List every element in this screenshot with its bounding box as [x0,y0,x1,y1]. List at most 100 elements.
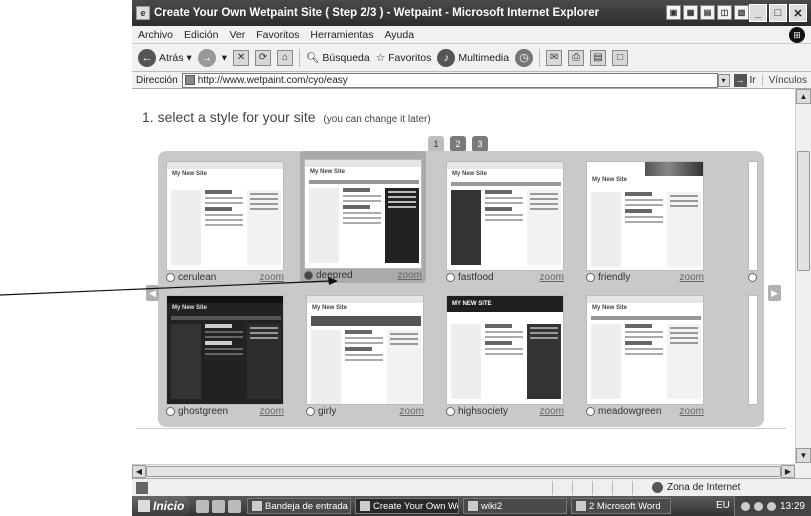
menu-ayuda[interactable]: Ayuda [384,29,414,41]
page-button-2[interactable]: 2 [450,136,466,152]
back-dropdown-icon[interactable]: ▾ [187,52,192,64]
style-thumbnail[interactable]: My New Site [166,295,284,405]
style-card-friendly[interactable]: My New Site friendly zoom [582,157,708,285]
back-button[interactable]: ← Atrás ▾ [138,48,192,67]
history-icon[interactable]: ◷ [515,48,534,67]
taskbar-item-word[interactable]: 2 Microsoft Word [571,498,671,514]
menu-favoritos[interactable]: Favoritos [256,29,299,41]
carousel-prev-button[interactable]: ◀ [146,285,159,301]
go-button[interactable]: → Ir [730,73,762,87]
zoom-link[interactable]: zoom [540,406,564,417]
quicklaunch-icon-2[interactable] [212,499,225,513]
tool-icon-4[interactable]: ◫ [717,5,732,20]
print-icon[interactable]: ⎙ [568,49,585,66]
style-thumbnail[interactable]: My New Site [586,161,704,271]
style-thumbnail[interactable]: My New Site [304,159,422,269]
style-radio[interactable] [166,272,175,282]
start-button[interactable]: Inicio [132,496,190,516]
menu-herramientas[interactable]: Herramientas [310,29,373,41]
style-thumbnail[interactable]: My New Site [166,161,284,271]
scroll-up-icon[interactable]: ▲ [796,89,811,104]
carousel-next-button[interactable]: ▶ [768,285,781,301]
style-card-cerulean[interactable]: My New Site cerulean zoom [162,157,288,285]
tray-icon-1[interactable] [740,501,750,511]
zoom-link[interactable]: zoom [260,272,284,283]
zoom-link[interactable]: zoom [260,406,284,417]
style-thumbnail[interactable]: MY NEW SITE [446,295,564,405]
tool-icon-5[interactable]: ▧ [734,5,749,20]
style-thumbnail[interactable]: My New Site [586,295,704,405]
style-radio[interactable] [586,272,595,282]
discuss-icon[interactable]: □ [612,49,629,66]
language-indicator[interactable]: EU [716,500,730,511]
style-card-highsociety[interactable]: MY NEW SITE highsociety zoom [442,291,568,419]
maximize-button[interactable]: □ [769,4,787,22]
style-radio[interactable] [166,406,175,416]
mail-icon[interactable]: ✉ [546,49,563,66]
task-label: Bandeja de entrada -... [265,500,350,512]
tool-icon-3[interactable]: ▤ [700,5,715,20]
hscroll-thumb[interactable] [146,466,781,477]
style-card-fastfood[interactable]: My New Site fastfood zoom [442,157,568,285]
favorites-button[interactable]: ☆ Favoritos [376,52,432,64]
taskbar-item-outlook[interactable]: Bandeja de entrada -... [247,498,351,514]
edit-icon[interactable]: ▤ [590,49,607,66]
style-thumbnail[interactable]: My New Site [446,161,564,271]
search-button[interactable]: 🔍︎ Búsqueda [306,51,370,65]
style-card-ghostgreen[interactable]: My New Site ghostgreen zoom [162,291,288,419]
close-button[interactable]: ✕ [789,4,807,22]
zoom-link[interactable]: zoom [398,270,422,281]
scroll-down-icon[interactable]: ▼ [796,448,811,463]
tray-icon-3[interactable] [766,501,776,511]
security-zone: Zona de Internet [652,482,740,493]
scroll-right-icon[interactable]: ▶ [781,465,795,478]
back-label: Atrás [159,51,184,64]
address-input[interactable]: http://www.wetpaint.com/cyo/easy [181,72,718,88]
taskbar-item-folder[interactable]: wiki2 [463,498,567,514]
menu-edicion[interactable]: Edición [184,29,218,41]
minimize-button[interactable]: _ [749,4,767,22]
style-radio[interactable] [304,270,313,280]
vertical-scrollbar[interactable]: ▲ ▼ [795,89,811,464]
zoom-link[interactable]: zoom [680,406,704,417]
status-divider [592,481,593,495]
zoom-link[interactable]: zoom [540,272,564,283]
zoom-link[interactable]: zoom [680,272,704,283]
quicklaunch-icon-1[interactable] [196,499,209,513]
style-card-meadowgreen[interactable]: My New Site meadowgreen zoom [582,291,708,419]
style-card-deepred[interactable]: My New Site deepred zoom [300,151,426,283]
stop-icon[interactable]: ✕ [233,49,250,66]
tray-icon-2[interactable] [753,501,763,511]
home-icon[interactable]: ⌂ [277,49,294,66]
scroll-left-icon[interactable]: ◀ [132,465,146,478]
style-radio[interactable] [306,406,315,416]
address-dropdown-icon[interactable]: ▾ [717,73,730,87]
title-bar: e Create Your Own Wetpaint Site ( Step 2… [132,0,811,26]
links-label[interactable]: Vínculos [761,74,811,86]
style-radio[interactable] [446,406,455,416]
tool-icon-1[interactable]: ▣ [666,5,681,20]
style-thumbnail[interactable]: My New Site [306,295,424,405]
style-card-girly[interactable]: My New Site girly zoom [302,291,428,419]
quicklaunch-icon-3[interactable] [228,499,241,513]
menu-archivo[interactable]: Archivo [138,29,173,41]
zoom-link[interactable]: zoom [400,406,424,417]
refresh-icon[interactable]: ⟳ [255,49,272,66]
forward-dropdown-icon[interactable]: ▾ [222,52,227,64]
tool-icon-2[interactable]: ▦ [683,5,698,20]
thumbnail-title: My New Site [452,171,488,177]
scroll-thumb[interactable] [797,151,810,271]
forward-button[interactable]: → [197,48,216,67]
page-button-1[interactable]: 1 [428,136,444,152]
page-button-3[interactable]: 3 [472,136,488,152]
ie-icon [360,501,370,511]
taskbar-item-ie[interactable]: Create Your Own We... [355,498,459,514]
horizontal-scrollbar[interactable]: ◀ ▶ [132,464,795,478]
style-radio[interactable] [586,406,595,416]
style-carousel: My New Site cerulean zoom My New Site dee… [158,151,764,427]
next-style-radio[interactable] [748,273,757,282]
media-button[interactable]: ♪ Multimedia [437,48,509,67]
style-radio[interactable] [446,272,455,282]
menu-ver[interactable]: Ver [229,29,245,41]
next-style-thumbnail-peek [748,161,758,271]
